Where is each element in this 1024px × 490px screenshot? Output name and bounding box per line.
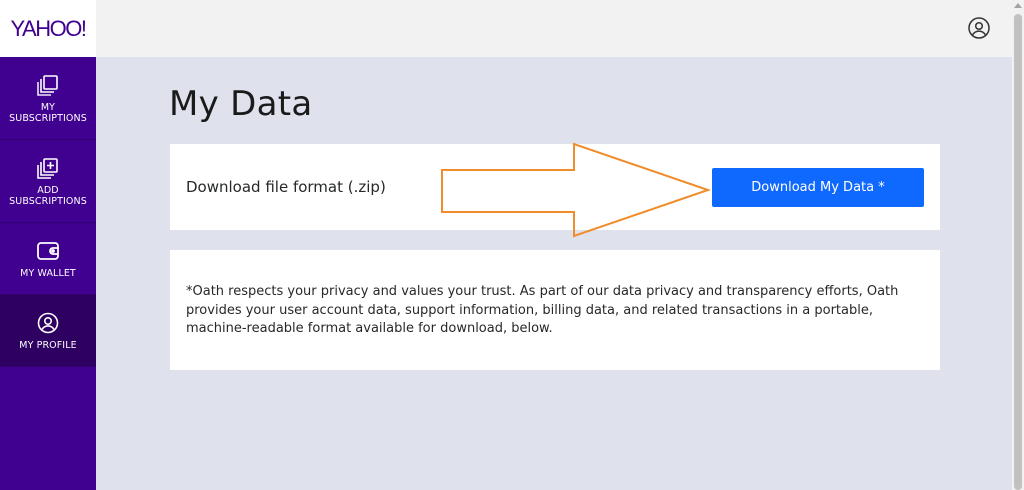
privacy-info-card: *Oath respects your privacy and values y… — [170, 250, 940, 370]
scroll-thumb[interactable] — [1014, 14, 1022, 490]
profile-icon — [37, 312, 59, 334]
page-title: My Data — [169, 84, 313, 124]
vertical-scrollbar[interactable] — [1012, 0, 1024, 490]
arrow-right-icon — [441, 142, 712, 238]
sidebar-item-label: MY SUBSCRIPTIONS — [9, 102, 87, 124]
add-subscriptions-icon — [37, 158, 58, 179]
sidebar-item-label: MY WALLET — [20, 268, 76, 279]
sidebar-item-my-wallet[interactable]: MY WALLET — [0, 223, 96, 295]
scroll-up-arrow[interactable] — [1014, 3, 1022, 8]
sidebar-item-my-profile[interactable]: MY PROFILE — [0, 295, 96, 367]
download-format-label: Download file format (.zip) — [186, 178, 386, 196]
subscriptions-icon — [37, 75, 58, 96]
sidebar-item-label: ADD SUBSCRIPTIONS — [9, 185, 87, 207]
download-my-data-button[interactable]: Download My Data * — [712, 168, 924, 207]
sidebar-item-label: MY PROFILE — [19, 340, 77, 351]
top-bar — [96, 0, 1012, 57]
account-circle-icon[interactable] — [967, 16, 991, 40]
sidebar-item-add-subscriptions[interactable]: ADD SUBSCRIPTIONS — [0, 140, 96, 223]
sidebar-item-my-subscriptions[interactable]: MY SUBSCRIPTIONS — [0, 57, 96, 140]
yahoo-logo[interactable]: YAHOO! — [11, 16, 87, 42]
privacy-info-text: *Oath respects your privacy and values y… — [186, 284, 899, 336]
wallet-icon — [37, 242, 59, 260]
sidebar: YAHOO! MY SUBSCRIPTIONS ADD SUBSCRIPTION… — [0, 0, 96, 490]
logo-area[interactable]: YAHOO! — [0, 0, 96, 57]
